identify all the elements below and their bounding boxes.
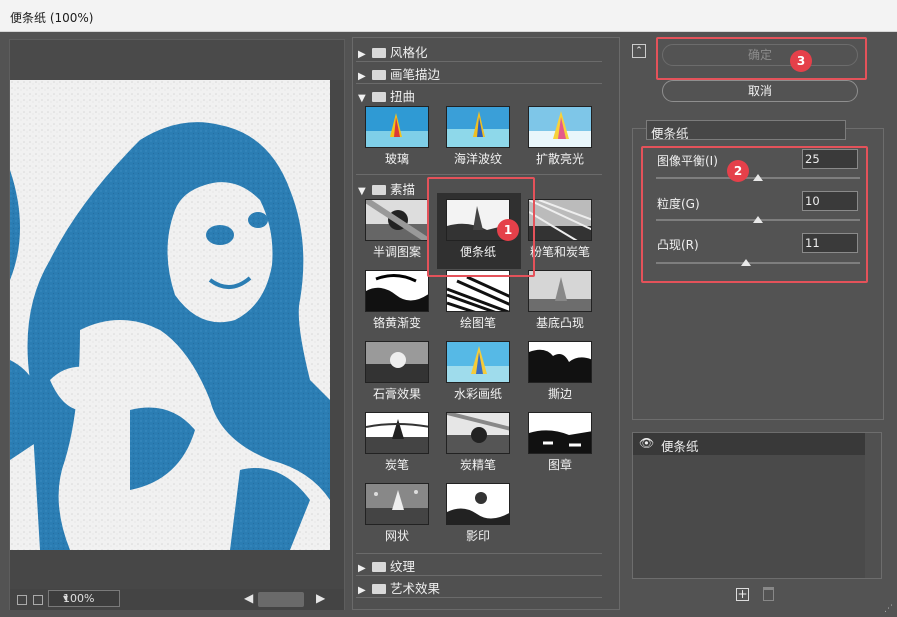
collapse-gallery-icon[interactable]: ⌃: [632, 44, 646, 58]
resize-grip-icon[interactable]: ⋰: [884, 604, 894, 614]
category-brush-strokes[interactable]: ▶ 画笔描边: [358, 64, 440, 84]
collapse-triangle-icon: ▼: [358, 93, 366, 104]
window-title-bar: 便条纸 (100%): [0, 0, 897, 32]
filter-label-reticulation: 网状: [384, 529, 409, 543]
collapse-preview-icon[interactable]: [17, 595, 27, 605]
scroll-right-icon[interactable]: ▶: [316, 591, 325, 605]
filter-label-bas-relief: 基底凸现: [535, 316, 584, 330]
filter-thumb-ocean-ripple[interactable]: [446, 106, 510, 148]
folder-open-icon: [372, 185, 386, 195]
fit-icon[interactable]: [33, 595, 43, 605]
folder-icon: [372, 48, 386, 58]
filter-thumb-charcoal[interactable]: [365, 412, 429, 454]
category-artistic[interactable]: ▶ 艺术效果: [358, 578, 440, 598]
preview-top-area: [10, 40, 344, 80]
filter-label-diffuse-glow: 扩散亮光: [535, 152, 584, 166]
folder-icon: [372, 70, 386, 80]
expand-triangle-icon: ▶: [358, 563, 366, 574]
filter-thumb-halftone-pattern[interactable]: [365, 199, 429, 241]
folder-open-icon: [372, 92, 386, 102]
cancel-button[interactable]: 取消: [662, 80, 858, 102]
filter-thumb-reticulation[interactable]: [365, 483, 429, 525]
divider: [356, 61, 602, 62]
filter-thumb-torn-edges[interactable]: [528, 341, 592, 383]
filter-thumb-photocopy[interactable]: [446, 483, 510, 525]
divider: [356, 553, 602, 554]
preview-image: [10, 80, 330, 550]
filter-thumb-conte-crayon[interactable]: [446, 412, 510, 454]
category-distort[interactable]: ▼ 扭曲: [358, 86, 415, 106]
category-sketch[interactable]: ▼ 素描: [358, 179, 415, 199]
expand-triangle-icon: ▶: [358, 49, 366, 60]
filter-label-stamp: 图章: [547, 458, 572, 472]
filter-label-ocean-ripple: 海洋波纹: [453, 152, 502, 166]
category-stylize[interactable]: ▶ 风格化: [358, 42, 428, 62]
filter-label-water-paper: 水彩画纸: [453, 387, 502, 401]
folder-icon: [372, 562, 386, 572]
annotation-badge-2: 2: [727, 160, 749, 182]
filter-label-conte-crayon: 炭精笔: [459, 458, 496, 472]
zoom-select[interactable]: 100% ▾: [48, 590, 120, 607]
filter-label-glass: 玻璃: [384, 152, 409, 166]
filter-thumb-water-paper[interactable]: [446, 341, 510, 383]
divider: [356, 575, 602, 576]
annotation-box-2: [641, 146, 868, 283]
scroll-left-icon[interactable]: ◀: [244, 591, 253, 605]
filter-label-chrome: 铬黄渐变: [372, 316, 421, 330]
divider: [356, 597, 602, 598]
filter-thumb-stamp[interactable]: [528, 412, 592, 454]
effect-layer-row[interactable]: 👁 便条纸: [633, 433, 865, 455]
filter-thumb-glass[interactable]: [365, 106, 429, 148]
filter-label-torn-edges: 撕边: [547, 387, 572, 401]
effect-layer-name: 便条纸: [661, 439, 699, 454]
filter-thumb-plaster[interactable]: [365, 341, 429, 383]
chevron-down-icon: ⌄: [651, 124, 660, 135]
preview-vertical-scrollbar[interactable]: [330, 80, 344, 550]
filter-thumb-diffuse-glow[interactable]: [528, 106, 592, 148]
eye-icon[interactable]: 👁: [639, 436, 654, 450]
divider: [356, 174, 602, 175]
window-title: 便条纸 (100%): [10, 11, 94, 25]
annotation-badge-3: 3: [790, 50, 812, 72]
new-effect-layer-icon[interactable]: +: [736, 588, 749, 601]
chevron-down-icon: ▾: [63, 593, 69, 604]
annotation-badge-1: 1: [497, 219, 519, 241]
filter-select[interactable]: 便条纸 ⌄: [646, 120, 846, 141]
filter-label-plaster: 石膏效果: [372, 387, 421, 401]
horizontal-scroll-thumb[interactable]: [258, 592, 304, 607]
expand-triangle-icon: ▶: [358, 585, 366, 596]
filter-label-graphic-pen: 绘图笔: [459, 316, 496, 330]
expand-triangle-icon: ▶: [358, 71, 366, 82]
delete-effect-layer-icon[interactable]: [763, 587, 774, 601]
annotation-box-3: [656, 37, 867, 80]
layers-scrollbar[interactable]: [865, 433, 881, 578]
filter-thumb-chrome[interactable]: [365, 270, 429, 312]
folder-icon: [372, 584, 386, 594]
preview-canvas[interactable]: [10, 80, 330, 550]
filter-label-charcoal: 炭笔: [384, 458, 409, 472]
collapse-triangle-icon: ▼: [358, 186, 366, 197]
category-texture[interactable]: ▶ 纹理: [358, 556, 415, 576]
filter-thumb-bas-relief[interactable]: [528, 270, 592, 312]
filter-thumb-chalk-charcoal[interactable]: [528, 199, 592, 241]
filter-label-photocopy: 影印: [465, 529, 490, 543]
divider: [356, 83, 602, 84]
